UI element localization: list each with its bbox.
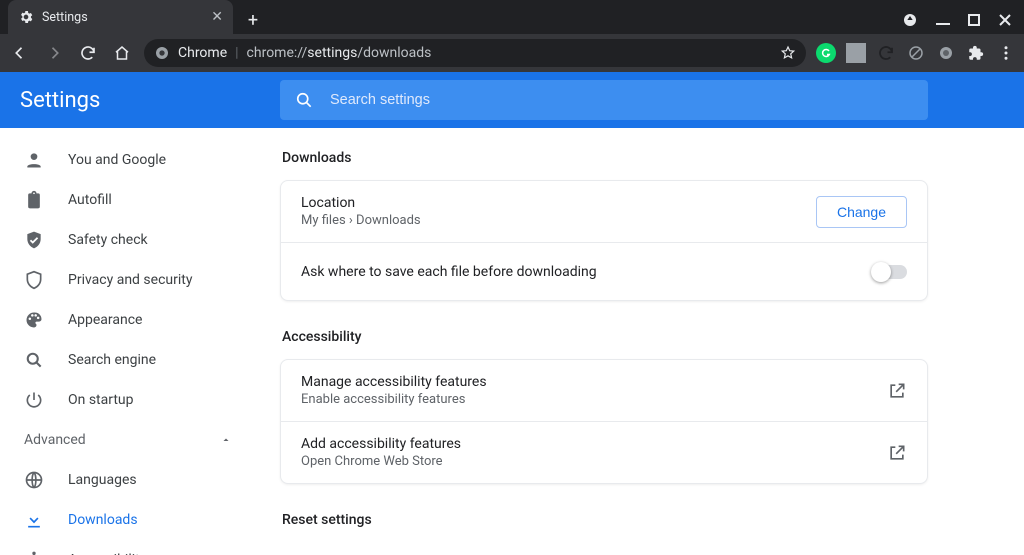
sidebar-item-downloads[interactable]: Downloads — [0, 500, 244, 540]
sidebar-item-search-engine[interactable]: Search engine — [0, 340, 244, 380]
extension-grammarly-icon[interactable] — [816, 43, 836, 63]
minimize-icon[interactable] — [936, 13, 950, 27]
extension-blocked-icon[interactable] — [906, 43, 926, 63]
person-icon — [24, 150, 44, 170]
accessibility-icon — [24, 550, 44, 555]
maximize-icon[interactable] — [968, 14, 980, 26]
search-icon — [294, 90, 314, 110]
extensions-puzzle-icon[interactable] — [966, 43, 986, 63]
section-title-reset: Reset settings — [282, 512, 928, 528]
toolbar: Chrome | chrome://settings/downloads — [0, 34, 1024, 72]
section-title-accessibility: Accessibility — [282, 329, 928, 345]
sidebar-item-languages[interactable]: Languages — [0, 460, 244, 500]
open-external-icon — [887, 443, 907, 463]
sidebar-item-label: Privacy and security — [68, 272, 192, 288]
settings-search[interactable] — [280, 80, 928, 120]
manage-accessibility-label: Manage accessibility features — [301, 374, 487, 390]
power-icon — [24, 390, 44, 410]
section-title-downloads: Downloads — [282, 150, 928, 166]
sidebar-group-label: Advanced — [24, 432, 86, 448]
menu-dots-icon[interactable] — [996, 43, 1016, 63]
browser-tab[interactable]: Settings ✕ — [8, 0, 233, 34]
address-bar[interactable]: Chrome | chrome://settings/downloads — [144, 39, 806, 67]
accessibility-card: Manage accessibility features Enable acc… — [280, 359, 928, 484]
tab-title: Settings — [42, 10, 88, 25]
location-label: Location — [301, 195, 421, 211]
content: Downloads Location My files › Downloads … — [256, 128, 1024, 555]
change-button[interactable]: Change — [816, 196, 907, 228]
add-accessibility-row[interactable]: Add accessibility features Open Chrome W… — [281, 421, 927, 483]
download-icon — [24, 510, 44, 530]
sidebar-item-privacy-security[interactable]: Privacy and security — [0, 260, 244, 300]
sidebar-item-you-and-google[interactable]: You and Google — [0, 140, 244, 180]
globe-icon — [24, 470, 44, 490]
window-controls — [902, 12, 1024, 34]
sidebar-item-label: On startup — [68, 392, 134, 408]
chrome-icon — [154, 45, 170, 61]
account-circle-icon[interactable] — [902, 12, 918, 28]
settings-search-input[interactable] — [328, 91, 914, 109]
sidebar-item-label: Downloads — [68, 512, 138, 528]
sidebar-item-on-startup[interactable]: On startup — [0, 380, 244, 420]
new-tab-button[interactable]: + — [239, 6, 267, 34]
open-external-icon — [887, 381, 907, 401]
back-button[interactable] — [8, 41, 32, 65]
manage-accessibility-row[interactable]: Manage accessibility features Enable acc… — [281, 360, 927, 421]
sidebar-item-label: Safety check — [68, 232, 148, 248]
sidebar-item-accessibility[interactable]: Accessibility — [0, 540, 244, 555]
shield-icon — [24, 270, 44, 290]
sidebar-item-label: Search engine — [68, 352, 156, 368]
sidebar-item-label: Autofill — [68, 192, 112, 208]
sidebar-item-label: Appearance — [68, 312, 142, 328]
downloads-card: Location My files › Downloads Change Ask… — [280, 180, 928, 301]
ask-where-row: Ask where to save each file before downl… — [281, 242, 927, 300]
sidebar-item-autofill[interactable]: Autofill — [0, 180, 244, 220]
download-location-row: Location My files › Downloads Change — [281, 181, 927, 242]
extension-square-icon[interactable] — [846, 43, 866, 63]
sidebar-item-label: Languages — [68, 472, 137, 488]
forward-button[interactable] — [42, 41, 66, 65]
ask-where-toggle[interactable] — [873, 265, 907, 279]
clipboard-icon — [24, 190, 44, 210]
close-window-icon[interactable] — [998, 13, 1012, 27]
ask-where-label: Ask where to save each file before downl… — [301, 264, 597, 280]
add-accessibility-sub: Open Chrome Web Store — [301, 454, 461, 469]
omnibox-chip: Chrome — [178, 45, 227, 61]
home-button[interactable] — [110, 41, 134, 65]
manage-accessibility-sub: Enable accessibility features — [301, 392, 487, 407]
app-bar: Settings — [0, 72, 1024, 128]
palette-icon — [24, 310, 44, 330]
add-accessibility-label: Add accessibility features — [301, 436, 461, 452]
extension-circle-icon[interactable] — [936, 43, 956, 63]
magnifier-icon — [24, 350, 44, 370]
reload-button[interactable] — [76, 41, 100, 65]
star-icon[interactable] — [780, 45, 796, 61]
sidebar-item-appearance[interactable]: Appearance — [0, 300, 244, 340]
sidebar: You and Google Autofill Safety check Pri… — [0, 128, 256, 555]
sidebar-item-safety-check[interactable]: Safety check — [0, 220, 244, 260]
sidebar-item-label: You and Google — [68, 152, 166, 168]
sidebar-group-advanced[interactable]: Advanced — [0, 420, 256, 460]
titlebar: Settings ✕ + — [0, 0, 1024, 34]
shield-check-icon — [24, 230, 44, 250]
gear-icon — [18, 9, 34, 25]
close-icon[interactable]: ✕ — [211, 9, 223, 25]
url-text: chrome://settings/downloads — [247, 45, 432, 61]
location-value: My files › Downloads — [301, 213, 421, 228]
chevron-up-icon — [220, 434, 232, 446]
app-title: Settings — [0, 88, 280, 113]
extension-reload-icon[interactable] — [876, 43, 896, 63]
